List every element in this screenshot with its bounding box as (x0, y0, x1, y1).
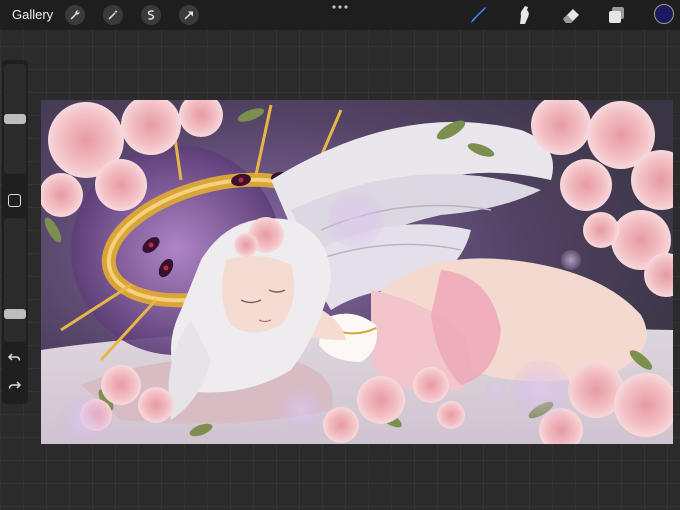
undo-icon[interactable] (7, 350, 22, 365)
brush-size-slider[interactable] (4, 64, 26, 174)
selection-icon[interactable] (141, 5, 161, 25)
magic-wand-icon[interactable] (103, 5, 123, 25)
layers-icon[interactable] (606, 4, 628, 26)
wrench-icon[interactable] (65, 5, 85, 25)
transform-arrow-icon[interactable] (179, 5, 199, 25)
opacity-slider[interactable] (4, 218, 26, 342)
top-toolbar: Gallery (0, 0, 680, 30)
gallery-button[interactable]: Gallery (12, 7, 53, 22)
more-dots-icon[interactable] (331, 3, 349, 11)
brush-size-thumb[interactable] (4, 114, 26, 124)
opacity-thumb[interactable] (4, 309, 26, 319)
artwork-illustration (41, 100, 673, 444)
modify-square-icon[interactable] (8, 194, 21, 207)
eraser-icon[interactable] (560, 4, 582, 26)
sidebar (2, 60, 28, 404)
color-picker-swatch[interactable] (654, 4, 674, 24)
brush-icon[interactable] (467, 4, 489, 26)
redo-icon[interactable] (7, 378, 22, 393)
drawing-canvas[interactable] (41, 100, 673, 444)
smudge-icon[interactable] (513, 4, 535, 26)
